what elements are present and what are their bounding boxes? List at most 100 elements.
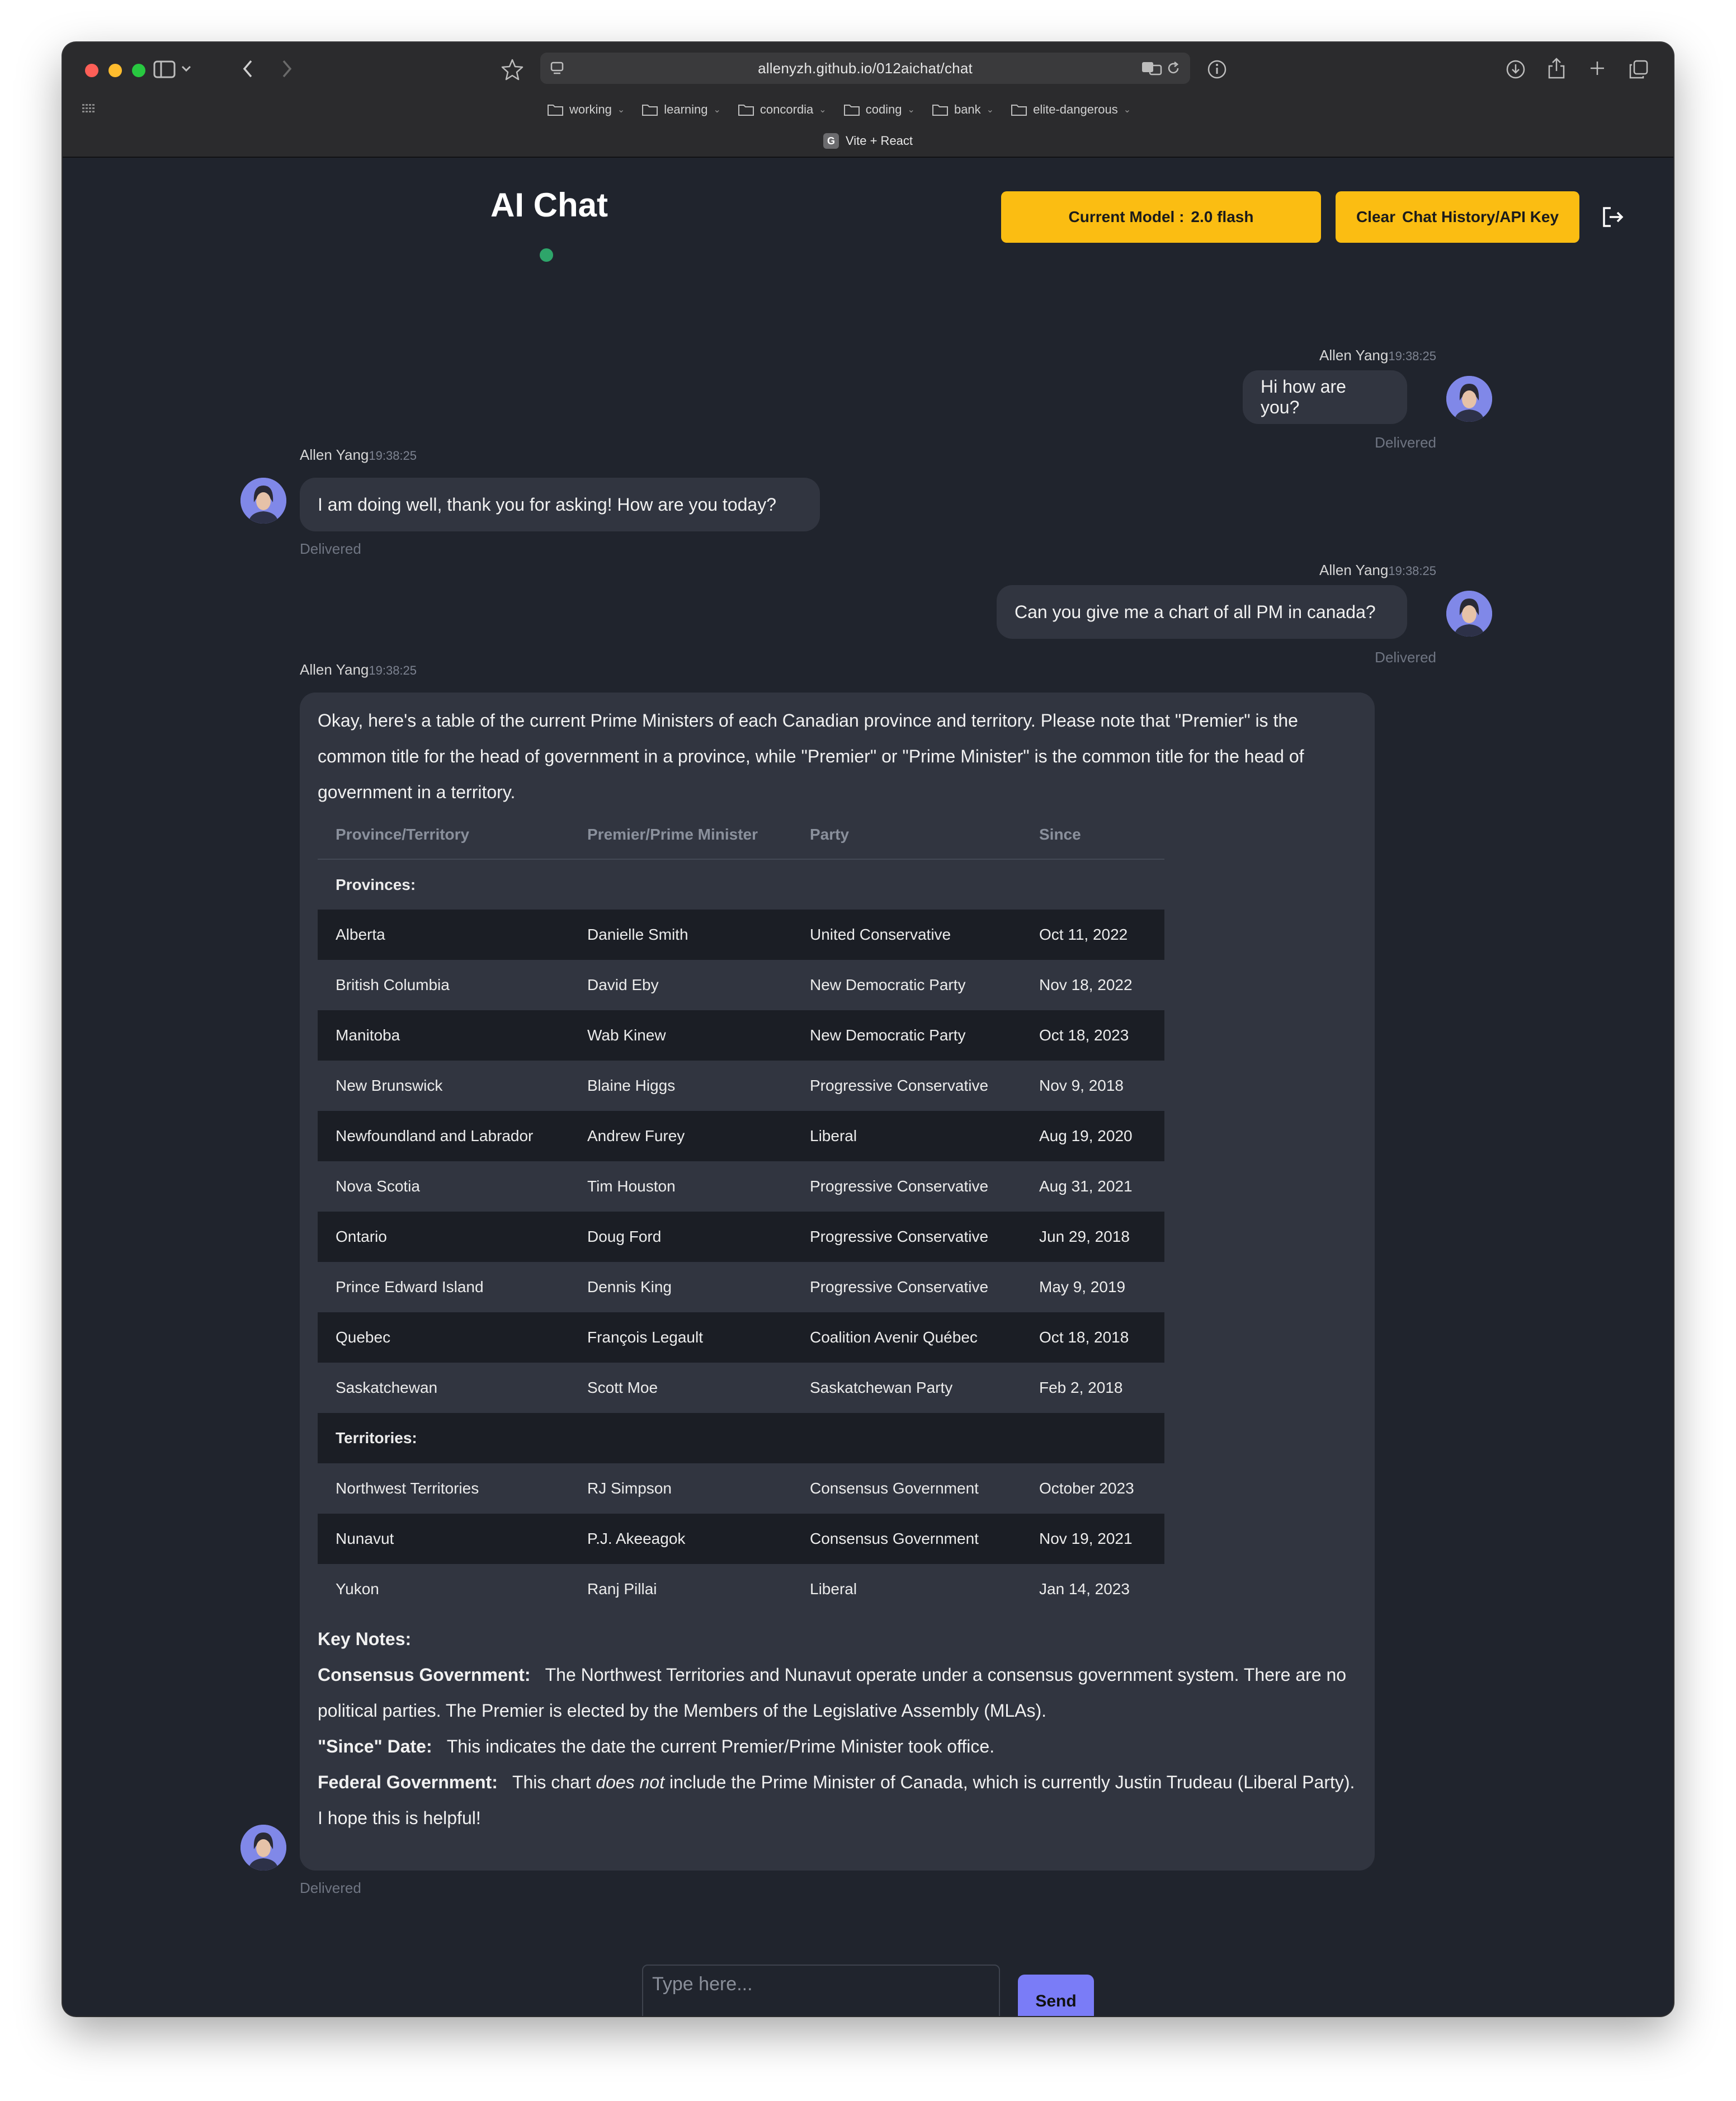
cell-leader: David Eby <box>587 976 659 993</box>
model-label: Current Model : <box>1068 208 1185 225</box>
bookmark-label: coding <box>865 102 902 116</box>
share-icon[interactable] <box>1547 57 1566 79</box>
cell-party: Progressive Conservative <box>810 1278 989 1296</box>
ai-message-bubble: Okay, here's a table of the current Prim… <box>300 693 1375 1871</box>
bookmark-folder-concordia[interactable]: concordia ⌄ <box>738 102 827 117</box>
site-settings-icon[interactable] <box>549 60 565 76</box>
table-row: Manitoba Wab Kinew New Democratic Party … <box>318 1010 1164 1061</box>
chevron-down-icon[interactable] <box>181 65 191 73</box>
note-label: "Since" Date: <box>318 1736 432 1756</box>
cell-leader: Scott Moe <box>587 1379 658 1396</box>
cell-leader: Doug Ford <box>569 1212 792 1262</box>
table-row: Newfoundland and Labrador Andrew Furey L… <box>318 1111 1164 1161</box>
cell-since: Feb 2, 2018 <box>1039 1379 1123 1396</box>
bookmark-folder-bank[interactable]: bank ⌄ <box>932 102 994 117</box>
cell-since: May 9, 2019 <box>1039 1278 1126 1296</box>
message-text: Okay, here's a table of the current Prim… <box>318 710 1304 802</box>
sidebar-toggle-icon[interactable] <box>153 59 176 79</box>
forward-icon[interactable] <box>281 59 293 78</box>
cell-since: October 2023 <box>1039 1480 1134 1497</box>
new-tab-icon[interactable] <box>1588 59 1606 77</box>
cell-party: United Conservative <box>792 910 1021 960</box>
folder-icon <box>1011 105 1027 116</box>
table-row: Saskatchewan Scott Moe Saskatchewan Part… <box>318 1363 1164 1413</box>
downloads-icon[interactable] <box>1506 59 1526 79</box>
note-label: Consensus Government: <box>318 1665 531 1685</box>
bookmark-label: learning <box>664 102 708 116</box>
message-meta: Allen Yang19:38:25 <box>300 446 417 464</box>
message-meta: Allen Yang19:38:25 <box>1319 562 1436 579</box>
info-icon[interactable] <box>1207 59 1227 79</box>
cell-leader: P.J. Akeeagok <box>569 1514 792 1564</box>
clear-target-label: Chat History/API Key <box>1402 208 1559 225</box>
cell-leader: Andrew Furey <box>569 1111 792 1161</box>
bookmark-folder-working[interactable]: working ⌄ <box>547 102 625 117</box>
cell-region: Northwest Territories <box>336 1480 479 1497</box>
delivery-status: Delivered <box>300 540 361 557</box>
note-emphasis: does not <box>596 1772 665 1792</box>
bookmark-folder-coding[interactable]: coding ⌄ <box>843 102 915 117</box>
translate-icon[interactable] <box>1141 60 1162 76</box>
avatar <box>1446 376 1492 422</box>
bookmarks-bar: working ⌄ learning ⌄ concordia ⌄ coding ⌄ ba… <box>547 98 1131 121</box>
minimize-window-button[interactable] <box>108 64 122 77</box>
notes-heading: Key Notes: <box>318 1629 412 1649</box>
cell-party: Consensus Government <box>810 1480 979 1497</box>
message-input[interactable] <box>642 1965 1000 2016</box>
active-tab[interactable]: G Vite + React <box>63 131 1673 151</box>
message-meta: Allen Yang19:38:25 <box>300 661 417 679</box>
logout-icon[interactable] <box>1602 206 1624 231</box>
tab-title: Vite + React <box>845 134 913 148</box>
message-time: 19:38:25 <box>1388 349 1436 363</box>
cell-since: Aug 31, 2021 <box>1039 1177 1133 1195</box>
cell-party: Progressive Conservative <box>810 1177 989 1195</box>
bookmark-label: bank <box>954 102 981 116</box>
current-model-button[interactable]: Current Model : 2.0 flash <box>1001 191 1321 243</box>
bookmark-label: working <box>569 102 612 116</box>
cell-leader: Ranj Pillai <box>587 1580 657 1598</box>
folder-icon <box>642 105 658 116</box>
cell-party: Progressive Conservative <box>792 1212 1021 1262</box>
url-text[interactable]: allenyzh.github.io/012aichat/chat <box>758 60 973 77</box>
reload-icon[interactable] <box>1166 60 1181 76</box>
section-row: Territories: <box>318 1413 1164 1463</box>
back-icon[interactable] <box>242 59 254 78</box>
bookmark-label: elite-dangerous <box>1033 102 1118 116</box>
table-row: Nova Scotia Tim Houston Progressive Cons… <box>318 1161 1164 1212</box>
page-title: AI Chat <box>490 186 608 224</box>
zoom-window-button[interactable] <box>132 64 145 77</box>
section-label: Territories: <box>318 1413 569 1463</box>
cell-since: Oct 18, 2018 <box>1021 1312 1164 1363</box>
premiers-table: Province/Territory Premier/Prime Ministe… <box>318 810 1164 1614</box>
send-button[interactable]: Send <box>1018 1975 1094 2016</box>
sender-name: Allen Yang <box>1319 562 1389 578</box>
cell-since: Oct 11, 2022 <box>1021 910 1164 960</box>
apps-grid-icon[interactable] <box>82 103 95 114</box>
message-text: Hi how are you? <box>1261 376 1346 417</box>
note-text: This chart <box>512 1772 591 1792</box>
delivery-status: Delivered <box>300 1879 361 1896</box>
bookmark-folder-elite-dangerous[interactable]: elite-dangerous ⌄ <box>1011 102 1131 117</box>
cell-party: Liberal <box>810 1580 857 1598</box>
bookmark-folder-learning[interactable]: learning ⌄ <box>641 102 721 117</box>
model-value: 2.0 flash <box>1191 208 1254 225</box>
cell-party: Progressive Conservative <box>810 1077 989 1094</box>
cell-region: Newfoundland and Labrador <box>318 1111 569 1161</box>
ai-message-bubble: I am doing well, thank you for asking! H… <box>300 478 820 531</box>
cell-party: Saskatchewan Party <box>810 1379 953 1396</box>
star-bookmark-icon[interactable] <box>501 58 523 81</box>
avatar <box>240 1825 286 1871</box>
table-row: Quebec François Legault Coalition Avenir… <box>318 1312 1164 1363</box>
close-window-button[interactable] <box>85 64 98 77</box>
chevron-down-icon: ⌄ <box>713 105 721 115</box>
address-bar[interactable]: allenyzh.github.io/012aichat/chat <box>540 53 1190 84</box>
cell-leader: Danielle Smith <box>569 910 792 960</box>
message-text: I am doing well, thank you for asking! H… <box>318 494 776 515</box>
cell-leader: RJ Simpson <box>587 1480 672 1497</box>
tab-overview-icon[interactable] <box>1629 59 1649 79</box>
favicon-icon: G <box>823 133 839 149</box>
chevron-down-icon: ⌄ <box>907 105 915 115</box>
clear-label: Clear <box>1356 208 1395 225</box>
clear-history-button[interactable]: Clear Chat History/API Key <box>1336 191 1579 243</box>
avatar <box>1446 591 1492 637</box>
